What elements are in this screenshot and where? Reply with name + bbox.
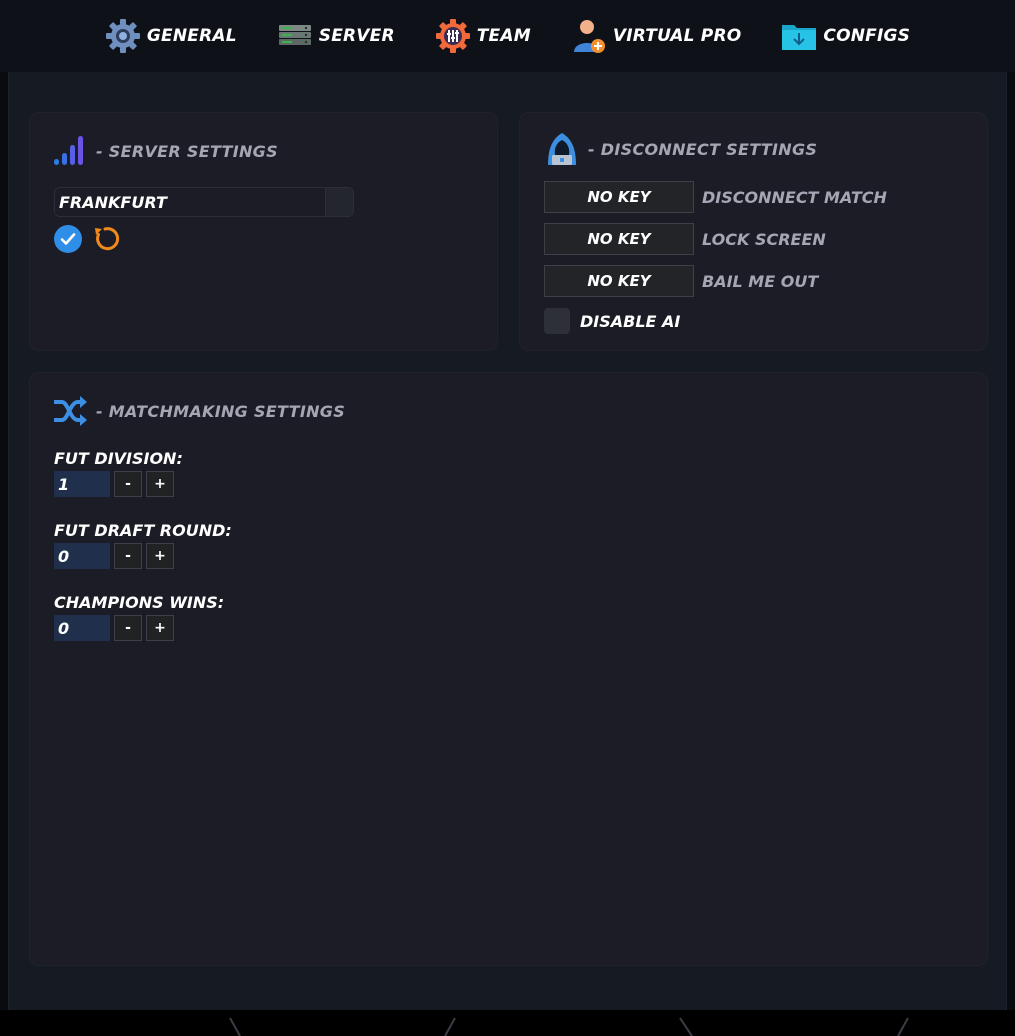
fut-division-stepper: 1 - + <box>54 471 174 497</box>
server-rack-icon <box>277 18 313 54</box>
gear-icon <box>105 18 141 54</box>
keybind-button[interactable]: NO KEY <box>544 181 694 213</box>
server-select[interactable]: FRANKFURT <box>54 187 354 217</box>
check-circle-icon <box>54 225 82 257</box>
dropdown-arrow-icon[interactable] <box>325 188 353 216</box>
nav-tab-server[interactable]: Server <box>277 16 395 56</box>
nav-tab-label: Configs <box>823 26 911 46</box>
keybind-row-lock-screen: NO KEY Lock Screen <box>544 223 826 255</box>
panel-header: - Matchmaking Settings <box>52 393 345 429</box>
nav-tab-label: Server <box>318 26 395 46</box>
shuffle-icon <box>52 393 88 429</box>
selected-server: FRANKFURT <box>59 192 167 212</box>
keybind-row-disconnect-match: NO KEY Disconnect Match <box>544 181 887 213</box>
nav-tab-team[interactable]: Team <box>435 16 531 56</box>
keybind-button[interactable]: NO KEY <box>544 265 694 297</box>
disconnect-settings-panel: - Disconnect Settings NO KEY Disconnect … <box>519 112 988 351</box>
bottom-strip <box>0 1010 1015 1036</box>
content-frame: - Server Settings FRANKFURT <box>8 72 1007 1010</box>
signal-bars-icon <box>52 133 88 169</box>
panel-title: - Matchmaking Settings <box>96 401 346 421</box>
keybind-label: Bail Me Out <box>702 271 819 291</box>
top-nav: General Server <box>0 0 1015 72</box>
decorative-lines <box>229 1017 909 1036</box>
keybind-label: Lock Screen <box>702 229 826 249</box>
decrement-button[interactable]: - <box>114 615 142 641</box>
disable-ai-checkbox[interactable] <box>544 308 570 334</box>
nav-tab-label: Team <box>476 26 531 46</box>
disable-ai-row: Disable AI <box>544 308 680 334</box>
panel-header: - Server Settings <box>52 133 278 169</box>
keybind-label: Disconnect Match <box>702 187 887 207</box>
fut-draft-round-stepper: 0 - + <box>54 543 174 569</box>
confirm-server-button[interactable] <box>54 225 82 253</box>
server-settings-panel: - Server Settings FRANKFURT <box>29 112 498 351</box>
hooded-hacker-icon <box>544 131 580 167</box>
increment-button[interactable]: + <box>146 543 174 569</box>
champions-wins-stepper: 0 - + <box>54 615 174 641</box>
panel-title: - Disconnect Settings <box>588 139 818 159</box>
user-add-icon <box>571 18 607 54</box>
increment-button[interactable]: + <box>146 615 174 641</box>
panel-title: - Server Settings <box>96 141 278 161</box>
increment-button[interactable]: + <box>146 471 174 497</box>
fut-draft-round-value[interactable]: 0 <box>54 543 110 569</box>
refresh-icon <box>92 227 120 257</box>
nav-tab-general[interactable]: General <box>105 16 237 56</box>
keybind-button[interactable]: NO KEY <box>544 223 694 255</box>
fut-division-value[interactable]: 1 <box>54 471 110 497</box>
disable-ai-label: Disable AI <box>580 311 681 331</box>
matchmaking-settings-panel: - Matchmaking Settings FUT Division: 1 -… <box>29 372 988 966</box>
champions-wins-label: Champions Wins: <box>54 593 225 612</box>
nav-tab-label: General <box>146 26 237 46</box>
decrement-button[interactable]: - <box>114 471 142 497</box>
fut-division-label: FUT Division: <box>54 449 183 468</box>
team-gear-icon <box>435 18 471 54</box>
fut-draft-round-label: FUT Draft Round: <box>54 521 232 540</box>
champions-wins-value[interactable]: 0 <box>54 615 110 641</box>
nav-tab-virtual-pro[interactable]: Virtual Pro <box>571 16 742 56</box>
decrement-button[interactable]: - <box>114 543 142 569</box>
nav-tab-configs[interactable]: Configs <box>781 16 910 56</box>
panel-header: - Disconnect Settings <box>544 131 817 167</box>
folder-download-icon <box>781 18 817 54</box>
nav-tab-label: Virtual Pro <box>612 26 742 46</box>
reset-server-button[interactable] <box>92 225 120 253</box>
keybind-row-bail-me-out: NO KEY Bail Me Out <box>544 265 818 297</box>
